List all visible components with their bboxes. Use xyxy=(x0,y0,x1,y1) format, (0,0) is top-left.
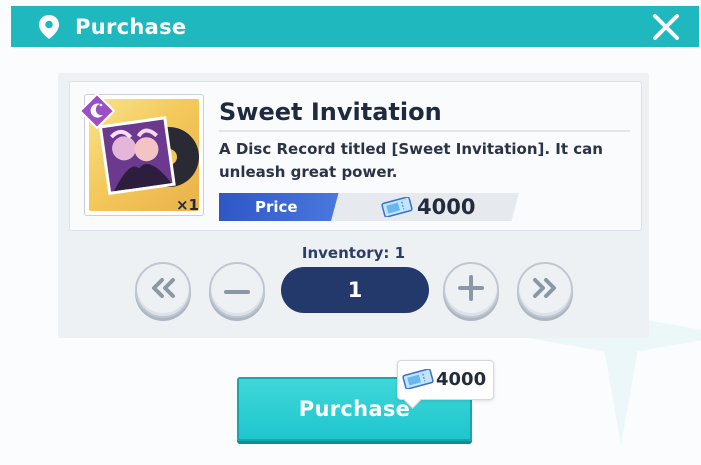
moon-badge-icon xyxy=(77,91,117,131)
double-chevron-left-icon xyxy=(148,277,178,303)
divider xyxy=(219,130,630,132)
map-pin-icon xyxy=(35,13,63,41)
minus-icon xyxy=(223,281,251,300)
item-card: ×1 Sweet Invitation A Disc Record titled… xyxy=(69,81,642,231)
item-name: Sweet Invitation xyxy=(219,98,442,126)
price-label: Price xyxy=(255,198,298,216)
close-x-icon[interactable] xyxy=(649,10,683,44)
quantity-badge: ×1 xyxy=(175,196,199,214)
quantity-field[interactable]: 1 xyxy=(281,267,429,313)
price-value: 4000 xyxy=(417,195,476,219)
purchase-button-label: Purchase xyxy=(298,397,411,421)
increment-button[interactable] xyxy=(443,262,499,318)
min-quantity-button[interactable] xyxy=(135,262,191,318)
purchase-panel: ×1 Sweet Invitation A Disc Record titled… xyxy=(58,73,649,338)
double-chevron-right-icon xyxy=(530,277,560,303)
item-description: A Disc Record titled [Sweet Invitation].… xyxy=(219,140,603,181)
max-quantity-button[interactable] xyxy=(517,262,573,318)
inventory-count: Inventory: 1 xyxy=(301,244,406,262)
ticket-icon xyxy=(381,196,413,221)
plus-icon xyxy=(457,274,485,306)
ticket-icon xyxy=(402,368,434,393)
title-bar: Purchase xyxy=(11,6,699,47)
cost-tooltip: 4000 xyxy=(397,360,494,409)
purchase-cost: 4000 xyxy=(436,369,487,390)
window-title: Purchase xyxy=(75,14,187,39)
item-thumbnail[interactable]: ×1 xyxy=(78,92,204,216)
decrement-button[interactable] xyxy=(209,262,265,318)
price-row: Price 4000 xyxy=(219,193,519,221)
